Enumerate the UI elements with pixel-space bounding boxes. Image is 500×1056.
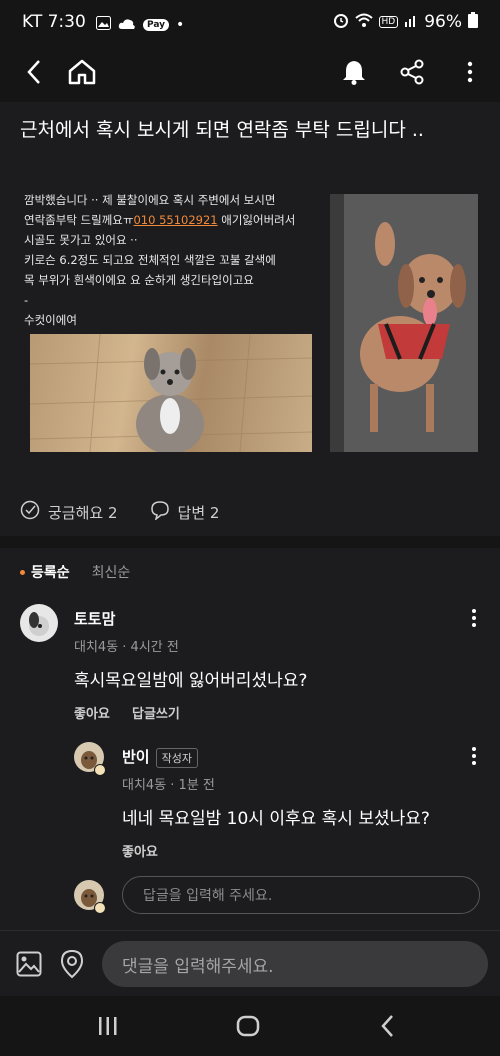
reply-input[interactable]: 답글을 입력해 주세요.	[122, 876, 480, 914]
battery-icon	[468, 12, 478, 32]
notice-line: -	[24, 293, 29, 307]
comment-meta: 대치4동 · 4시간 전	[74, 640, 179, 655]
dot-icon: •	[176, 17, 185, 33]
share-button[interactable]	[394, 56, 430, 92]
dog-photo-floor[interactable]	[30, 334, 312, 452]
notification-button[interactable]	[336, 56, 372, 92]
more-icon	[471, 609, 477, 633]
more-icon	[467, 61, 473, 87]
check-circle-icon	[20, 500, 40, 524]
comment-meta: 대치4동 · 1분 전	[122, 778, 215, 793]
pay-icon: Pay	[143, 19, 170, 31]
hd-icon: HD	[378, 16, 399, 28]
notice-line: 수컷이에여	[24, 313, 77, 327]
bell-icon	[342, 59, 366, 89]
status-time: KT 7:30	[22, 12, 86, 32]
gallery-icon	[96, 15, 111, 35]
notice-line: 목 부위가 흰색이에요 요 순하게 생긴타입이고요	[24, 273, 254, 287]
home-button[interactable]	[64, 56, 100, 92]
speech-bubble-icon	[150, 500, 170, 524]
image-icon	[16, 951, 42, 981]
comment-author[interactable]: 토토맘	[74, 608, 115, 629]
comment-more-button[interactable]	[464, 746, 484, 771]
sort-tabs: 등록순 최신순	[20, 562, 130, 582]
recent-apps-button[interactable]	[98, 1016, 118, 1040]
system-nav-bar	[0, 996, 500, 1056]
comment-text: 네네 목요일밤 10시 이후요 혹시 보셨나요?	[122, 809, 430, 829]
comment-input[interactable]: 댓글을 입력해주세요.	[102, 941, 488, 987]
dog-illustration-1	[30, 334, 312, 452]
top-bar	[0, 46, 500, 102]
more-icon	[471, 747, 477, 771]
wifi-icon	[354, 13, 373, 31]
photo-button[interactable]	[16, 951, 42, 981]
more-button[interactable]	[452, 56, 488, 92]
comment-more-button[interactable]	[464, 608, 484, 633]
answer-label: 답변 2	[177, 503, 220, 522]
author-badge-icon	[94, 764, 106, 776]
post-notice-image[interactable]: 깜박했습니다 ·· 제 불찰이에요 혹시 주변에서 보시면 연락좀부탁 드릴께요…	[24, 190, 324, 330]
post-title: 근처에서 혹시 보시게 되면 연락좀 부탁 드립니다 ..	[20, 119, 424, 141]
sort-registered[interactable]: 등록순	[20, 562, 70, 582]
phone-link[interactable]: 010 55102921	[133, 213, 217, 227]
post-actions: 궁금해요 2 답변 2	[20, 500, 219, 524]
back-chevron-icon	[380, 1015, 394, 1042]
home-circle-icon	[236, 1015, 260, 1041]
back-icon	[26, 59, 42, 89]
status-bar: KT 7:30 Pay • HD 96%	[0, 0, 500, 46]
dog-illustration-2	[330, 194, 478, 452]
comment-text: 혹시목요일밤에 잃어버리셨나요?	[74, 671, 308, 691]
author-badge-icon	[94, 902, 106, 914]
recent-apps-icon	[98, 1017, 118, 1040]
notice-line: 시골도 못가고 있어요 ··	[24, 233, 138, 247]
location-pin-icon	[60, 949, 84, 983]
back-button[interactable]	[16, 56, 52, 92]
notice-line: 키로슨 6.2정도 되고요 전체적인 색깔은 꼬불 갈색에	[24, 253, 276, 267]
alarm-icon	[333, 12, 349, 32]
signal-icon	[404, 13, 418, 31]
cloud-icon	[118, 15, 136, 35]
section-divider	[0, 536, 500, 548]
avatar[interactable]	[20, 604, 58, 642]
location-button[interactable]	[60, 949, 84, 983]
notice-line: 깜박했습니다 ·· 제 불찰이에요 혹시 주변에서 보시면	[24, 193, 276, 207]
home-icon	[68, 59, 96, 89]
share-icon	[399, 59, 425, 89]
battery-percent: 96%	[424, 12, 462, 32]
back-nav-button[interactable]	[380, 1014, 394, 1042]
answer-button[interactable]: 답변 2	[150, 500, 220, 524]
comment-author[interactable]: 반이 작성자	[122, 746, 198, 768]
reply-button[interactable]: 답글쓰기	[132, 703, 180, 722]
curious-button[interactable]: 궁금해요 2	[20, 500, 118, 524]
sort-latest[interactable]: 최신순	[92, 562, 131, 582]
notice-line: 연락좀부탁 드릴께요ㅠ010 55102921 애기잃어버려서	[24, 213, 296, 227]
curious-label: 궁금해요 2	[48, 503, 118, 522]
home-nav-button[interactable]	[236, 1015, 260, 1041]
post-content[interactable]: 근처에서 혹시 보시게 되면 연락좀 부탁 드립니다 .. 깜박했습니다 ·· …	[0, 102, 500, 930]
comment-bar: 댓글을 입력해주세요.	[0, 930, 500, 996]
like-button[interactable]: 좋아요	[74, 703, 110, 722]
dog-photo-harness[interactable]	[330, 194, 478, 452]
like-button[interactable]: 좋아요	[122, 841, 158, 860]
writer-badge: 작성자	[155, 747, 198, 768]
